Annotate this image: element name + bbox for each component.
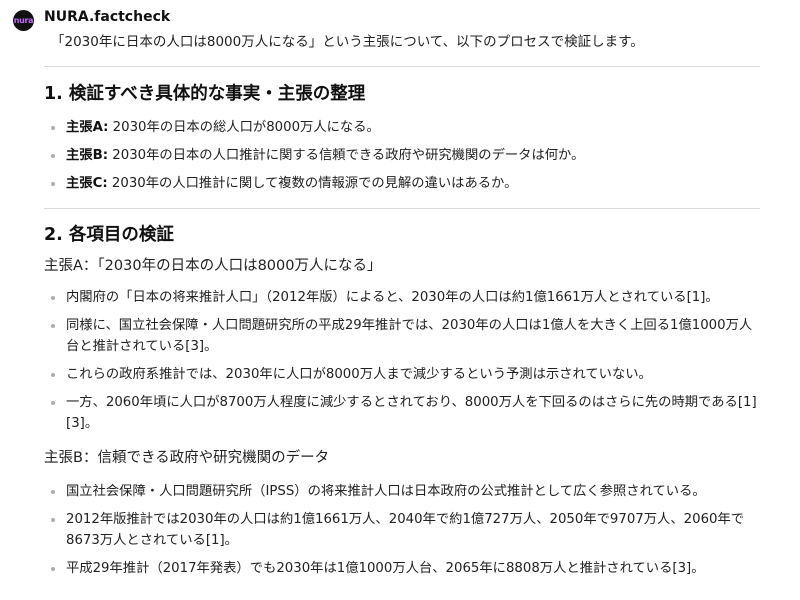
nura-avatar[interactable]: nura: [13, 10, 34, 31]
avatar-label: nura: [13, 16, 34, 25]
list-item: 国立社会保障・人口問題研究所（IPSS）の将来推計人口は日本政府の公式推計として…: [44, 481, 764, 502]
claim-b-subheading: 主張B：信頼できる政府や研究機関のデータ: [44, 450, 330, 466]
section-divider: [44, 208, 760, 209]
list-item: 平成29年推計（2017年発表）でも2030年は1億1000万人台、2065年に…: [44, 558, 764, 579]
list-item: 一方、2060年頃に人口が8700万人程度に減少するとされており、8000万人を…: [44, 392, 764, 434]
chat-message: nura NURA.factcheck 「2030年に日本の人口は8000万人に…: [0, 0, 800, 600]
claim-label: 主張B:: [66, 148, 109, 163]
sender-name[interactable]: NURA.factcheck: [44, 9, 170, 25]
claims-list: 主張A: 2030年の日本の総人口が8000万人になる。 主張B: 2030年の…: [44, 117, 764, 194]
claim-a-subheading: 主張A：「2030年の日本の人口は8000万人になる」: [44, 258, 382, 274]
list-item: 主張A: 2030年の日本の総人口が8000万人になる。: [44, 117, 764, 138]
list-item: これらの政府系推計では、2030年に人口が8000万人まで減少するという予測は示…: [44, 364, 764, 385]
intro-text: 「2030年に日本の人口は8000万人になる」という主張について、以下のプロセス…: [51, 34, 644, 50]
section-divider: [44, 66, 760, 67]
claim-a-list: 内閣府の「日本の将来推計人口」（2012年版）によると、2030年の人口は約1億…: [44, 287, 764, 434]
list-item: 2012年版推計では2030年の人口は約1億1661万人、2040年で約1億72…: [44, 509, 764, 551]
section2-heading: 2. 各項目の検証: [44, 225, 174, 245]
list-item: 同様に、国立社会保障・人口問題研究所の平成29年推計では、2030年の人口は1億…: [44, 315, 764, 357]
list-item: 主張B: 2030年の日本の人口推計に関する信頼できる政府や研究機関のデータは何…: [44, 145, 764, 166]
claim-text: 2030年の人口推計に関して複数の情報源での見解の違いはあるか。: [107, 176, 518, 191]
claim-text: 2030年の日本の人口推計に関する信頼できる政府や研究機関のデータは何か。: [108, 148, 585, 163]
list-item: 内閣府の「日本の将来推計人口」（2012年版）によると、2030年の人口は約1億…: [44, 287, 764, 308]
claim-label: 主張A:: [66, 120, 109, 135]
list-item: 主張C: 2030年の人口推計に関して複数の情報源での見解の違いはあるか。: [44, 173, 764, 194]
claim-text: 2030年の日本の総人口が8000万人になる。: [108, 120, 380, 135]
section1-heading: 1. 検証すべき具体的な事実・主張の整理: [44, 84, 366, 104]
claim-b-list: 国立社会保障・人口問題研究所（IPSS）の将来推計人口は日本政府の公式推計として…: [44, 481, 764, 579]
claim-label: 主張C:: [66, 176, 108, 191]
